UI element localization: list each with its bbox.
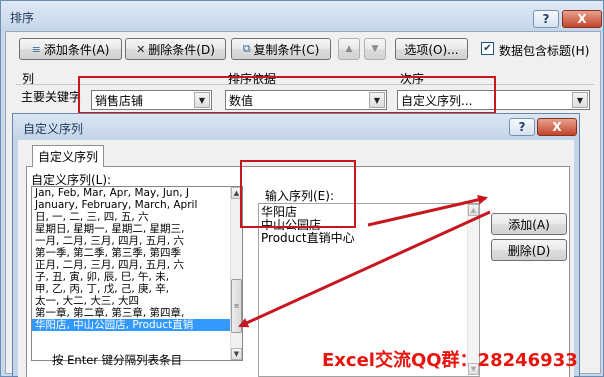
annotation-arrows bbox=[238, 194, 491, 328]
tab-label: 自定义序列 bbox=[37, 150, 98, 164]
watermark-text: Excel交流QQ群：28246933 bbox=[322, 350, 578, 371]
tab-custom-lists[interactable]: 自定义序列 bbox=[32, 145, 104, 167]
arrow-to-new-list bbox=[238, 210, 491, 328]
